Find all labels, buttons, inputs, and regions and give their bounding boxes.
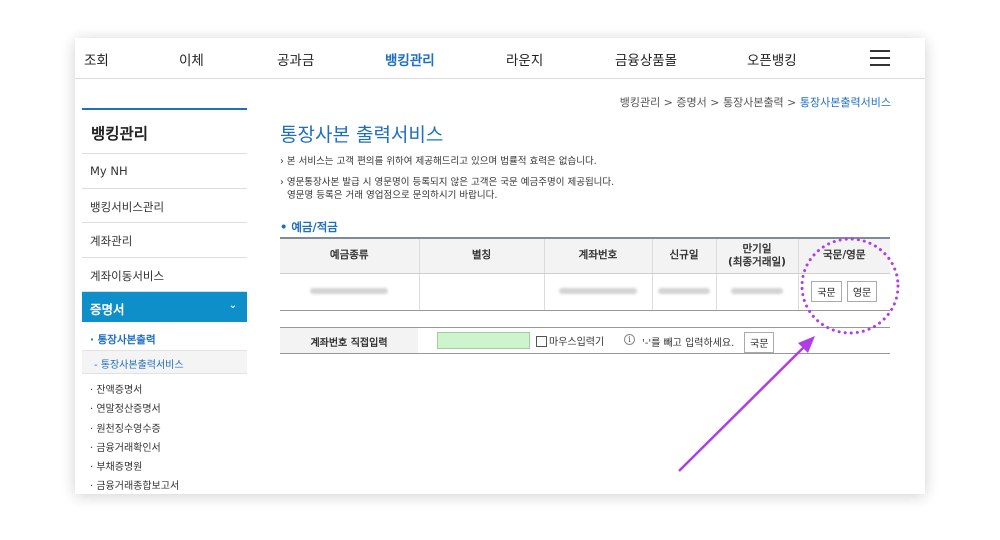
sidebar-list-item-summary-report[interactable]: · 금융거래종합보고서 <box>90 477 247 494</box>
cell-alias <box>418 273 544 311</box>
col-header-language: 국문/영문 <box>797 237 890 274</box>
chevron-down-icon: ⌄ <box>228 300 237 311</box>
cell-language-buttons: 국문 영문 <box>797 273 890 311</box>
mouse-input-toggle[interactable]: 마우스입력기 <box>536 333 604 348</box>
note-bullet-icon: › <box>280 156 287 167</box>
top-nav: 조회 이체 공과금 뱅킹관리 라운지 금융상품몰 오픈뱅킹 <box>75 38 925 79</box>
sidebar-list-item-transaction[interactable]: · 금융거래확인서 <box>90 439 247 458</box>
direct-account-entry: 계좌번호 직접입력 마우스입력기 i '-'를 빼고 입력하세요. 국문 <box>280 327 890 354</box>
hamburger-menu-icon[interactable] <box>870 50 890 66</box>
service-notes: › 본 서비스는 고객 편의를 위하여 제공해드리고 있으며 법률적 효력은 없… <box>280 155 614 202</box>
breadcrumb: 뱅킹관리 > 증명서 > 통장사본출력 > 통장사본출력서비스 <box>620 94 891 110</box>
cell-deposit-type <box>280 273 419 311</box>
note-legal-effect: › 본 서비스는 고객 편의를 위하여 제공해드리고 있으며 법률적 효력은 없… <box>280 155 614 168</box>
info-icon: i <box>624 334 635 345</box>
direct-korean-print-button[interactable]: 국문 <box>744 332 775 353</box>
nav-item-lounge[interactable]: 라운지 <box>506 49 543 69</box>
cell-account-no[interactable] <box>543 273 652 311</box>
nav-item-product-mall[interactable]: 금융상품몰 <box>615 49 677 69</box>
breadcrumb-path: 뱅킹관리 > 증명서 > 통장사본출력 > <box>619 96 800 109</box>
sidebar-list-item-debt[interactable]: · 부채증명원 <box>90 458 247 477</box>
note-text: 영문명 등록은 거래 영업점으로 문의하시기 바랍니다. <box>287 190 498 201</box>
korean-print-button[interactable]: 국문 <box>811 281 842 302</box>
nav-item-open-banking[interactable]: 오픈뱅킹 <box>747 49 797 69</box>
note-bullet-icon: › <box>280 177 287 188</box>
cell-maturity-date <box>715 273 798 311</box>
breadcrumb-current: 통장사본출력서비스 <box>799 96 891 109</box>
nav-item-banking-management[interactable]: 뱅킹관리 <box>385 49 435 69</box>
sidebar-certificate-list: · 잔액증명서 · 연말정산증명서 · 원천징수영수증 · 금융거래확인서 · … <box>82 374 247 494</box>
sidebar-list-item-year-end[interactable]: · 연말정산증명서 <box>90 400 247 419</box>
input-hint: '-'를 빼고 입력하세요. <box>642 338 735 349</box>
sidebar-list-item-withholding[interactable]: · 원천징수영수증 <box>90 420 247 439</box>
col-header-account-no: 계좌번호 <box>543 237 652 274</box>
note-text: 본 서비스는 고객 편의를 위하여 제공해드리고 있으며 법률적 효력은 없습니… <box>286 156 597 167</box>
section-title-deposits: • 예금/적금 <box>280 220 338 234</box>
nav-item-transfer[interactable]: 이체 <box>179 49 204 69</box>
sidebar-item-certificates-label: 증명서 <box>90 302 125 317</box>
sidebar-list-item-balance[interactable]: · 잔액증명서 <box>90 381 247 400</box>
sidebar-title: 뱅킹관리 <box>82 110 247 154</box>
sidebar-item-certificates[interactable]: 증명서 ⌄ <box>82 292 247 322</box>
col-header-alias: 별칭 <box>418 237 544 274</box>
app-window: 조회 이체 공과금 뱅킹관리 라운지 금융상품몰 오픈뱅킹 뱅킹관리 My NH… <box>75 38 925 494</box>
page-title: 통장사본 출력서비스 <box>280 124 444 146</box>
table-row: 국문 영문 <box>280 273 890 311</box>
table-header-row: 예금종류 별칭 계좌번호 신규일 만기일 (최종거래일) 국문/영문 <box>280 237 890 274</box>
redacted-text <box>310 288 389 294</box>
account-table: 예금종류 별칭 계좌번호 신규일 만기일 (최종거래일) 국문/영문 국문 영문 <box>280 237 890 311</box>
note-text: 영문통장사본 발급 시 영문명이 등록되지 않은 고객은 국문 예금주명이 제공… <box>286 177 615 188</box>
sidebar-sub-item-passbook-copy-service[interactable]: - 통장사본출력서비스 <box>82 350 247 374</box>
cell-open-date <box>651 273 716 311</box>
sidebar-item-account-move[interactable]: 계좌이동서비스 <box>82 258 247 292</box>
account-number-input[interactable] <box>437 332 530 349</box>
sidebar-item-service-mgmt[interactable]: 뱅킹서비스관리 <box>82 189 247 223</box>
redacted-text <box>559 288 637 294</box>
note-english-name: › 영문통장사본 발급 시 영문명이 등록되지 않은 고객은 국문 예금주명이 … <box>280 176 614 202</box>
col-header-maturity-date: 만기일 (최종거래일) <box>715 237 798 274</box>
mouse-input-checkbox[interactable] <box>536 336 547 347</box>
sidebar-item-my-nh[interactable]: My NH <box>82 154 247 189</box>
col-header-open-date: 신규일 <box>651 237 716 274</box>
mouse-input-label: 마우스입력기 <box>549 337 605 348</box>
redacted-text <box>731 288 783 294</box>
sidebar-sub-item-passbook-copy[interactable]: · 통장사본출력 <box>82 322 247 347</box>
sidebar-item-account-mgmt[interactable]: 계좌관리 <box>82 223 247 258</box>
sidebar: 뱅킹관리 My NH 뱅킹서비스관리 계좌관리 계좌이동서비스 증명서 ⌄ · … <box>82 108 247 494</box>
nav-item-utility-bills[interactable]: 공과금 <box>277 49 314 69</box>
english-print-button[interactable]: 영문 <box>846 281 878 302</box>
nav-item-inquiry[interactable]: 조회 <box>84 49 109 69</box>
direct-entry-label: 계좌번호 직접입력 <box>280 328 418 353</box>
redacted-text <box>658 288 710 294</box>
col-header-deposit-type: 예금종류 <box>280 237 419 274</box>
